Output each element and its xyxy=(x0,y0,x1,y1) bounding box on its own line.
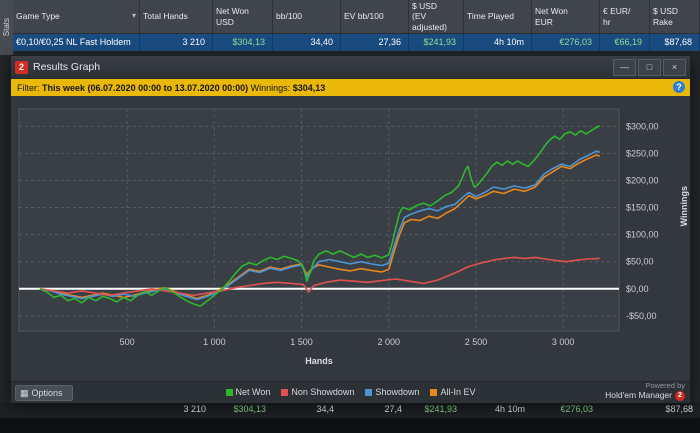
col-header-net-won-usd[interactable]: Net Won USD xyxy=(213,0,273,33)
legend-item-all-in-ev[interactable]: All-In EV xyxy=(430,387,475,397)
legend-swatch-icon xyxy=(225,388,233,396)
col-header-usd-rake[interactable]: $ USD Rake xyxy=(650,0,700,33)
cell-usd-rake: $87,68 xyxy=(650,34,700,51)
chart-legend: Net Won Non Showdown Showdown All-In EV xyxy=(225,387,475,397)
total-net-won-eur: €276,03 xyxy=(560,404,593,414)
legend-label: Net Won xyxy=(235,387,271,397)
powered-by: Powered by Hold'em Manager 2 xyxy=(605,381,685,401)
col-header-total-hands[interactable]: Total Hands xyxy=(140,0,213,33)
results-graph-window: 2 Results Graph — □ × Filter: This week … xyxy=(10,55,691,403)
stats-table-header: Game Type ▾ Total Hands Net Won USD bb/100 EV… xyxy=(13,0,700,34)
total-bb-100: 34,4 xyxy=(316,404,334,414)
cell-total-hands: 3 210 xyxy=(140,34,213,51)
totals-row: 3 210 $304,13 34,4 27,4 $241,93 4h 10m €276,03… xyxy=(13,402,700,418)
total-eur-hr xyxy=(600,402,650,418)
window-titlebar[interactable]: 2 Results Graph — □ × xyxy=(11,56,690,79)
col-header-net-won-eur[interactable]: Net Won EUR xyxy=(532,0,600,33)
svg-text:$300,00: $300,00 xyxy=(626,121,659,131)
total-usd-rake: $87,68 xyxy=(665,404,693,414)
col-header-time-played[interactable]: Time Played xyxy=(464,0,532,33)
legend-item-non-showdown[interactable]: Non Showdown xyxy=(281,387,354,397)
cell-usd-ev-adjusted: $241,93 xyxy=(409,34,464,51)
help-icon[interactable]: ? xyxy=(673,81,685,93)
svg-text:-$50,00: -$50,00 xyxy=(626,311,657,321)
svg-text:3 000: 3 000 xyxy=(552,337,575,347)
col-header-eur-hr[interactable]: € EUR/ hr xyxy=(600,0,650,33)
results-chart: 500 1 000 1 500 2 000 2 500 3 000 $300,00 $250,… xyxy=(18,108,659,347)
svg-text:$200,00: $200,00 xyxy=(626,175,659,185)
winnings-value: $304,13 xyxy=(292,82,326,93)
y-axis-title: Winnings xyxy=(679,186,689,227)
chart-area: 500 1 000 1 500 2 000 2 500 3 000 $300,00 $250,… xyxy=(11,96,690,381)
window-bottom-bar: ▦ Options Net Won Non Showdown Showdown All… xyxy=(11,381,690,403)
legend-swatch-icon xyxy=(281,388,289,396)
game-type-row[interactable]: €0,10/€0,25 NL Fast Holdem 3 210 $304,13 34… xyxy=(13,34,700,51)
cell-ev-bb-100: 27,36 xyxy=(341,34,409,51)
legend-label: All-In EV xyxy=(440,387,476,397)
total-net-won-usd: $304,13 xyxy=(233,404,266,414)
filter-label: Filter: xyxy=(17,82,43,93)
total-time-played: 4h 10m xyxy=(494,404,525,414)
maximize-button[interactable]: □ xyxy=(638,58,661,76)
total-game-type xyxy=(13,402,140,418)
stats-tab-label: Stats xyxy=(2,18,11,37)
legend-label: Non Showdown xyxy=(291,387,355,397)
col-header-bb-100[interactable]: bb/100 xyxy=(273,0,341,33)
minimize-button[interactable]: — xyxy=(613,58,636,76)
svg-text:1 000: 1 000 xyxy=(203,337,226,347)
brand-text: Hold'em Manager 2 xyxy=(605,389,685,401)
cell-eur-hr: €66,19 xyxy=(600,34,650,51)
brand-name: Hold'em Manager xyxy=(605,389,672,400)
legend-item-net-won[interactable]: Net Won xyxy=(225,387,271,397)
svg-text:2 000: 2 000 xyxy=(378,337,401,347)
cell-time-played: 4h 10m xyxy=(464,34,532,51)
close-button[interactable]: × xyxy=(663,58,686,76)
svg-text:1 500: 1 500 xyxy=(290,337,313,347)
stats-tab[interactable]: Stats xyxy=(0,0,14,55)
filter-range: This week (06.07.2020 00:00 to 13.07.202… xyxy=(42,82,249,93)
options-button[interactable]: ▦ Options xyxy=(15,385,73,401)
cell-bb-100: 34,40 xyxy=(273,34,341,51)
dropdown-arrow-icon[interactable]: ▾ xyxy=(132,11,136,21)
total-total-hands: 3 210 xyxy=(183,404,206,414)
col-header-game-type[interactable]: Game Type ▾ xyxy=(13,0,140,33)
options-icon: ▦ xyxy=(20,387,29,398)
cell-net-won-eur: €276,03 xyxy=(532,34,600,51)
filter-bar[interactable]: Filter: This week (06.07.2020 00:00 to 1… xyxy=(11,79,690,96)
svg-text:2 500: 2 500 xyxy=(465,337,488,347)
svg-text:$0,00: $0,00 xyxy=(626,284,649,294)
svg-text:$250,00: $250,00 xyxy=(626,148,659,158)
cell-net-won-usd: $304,13 xyxy=(213,34,273,51)
legend-swatch-icon xyxy=(365,388,373,396)
svg-text:$50,00: $50,00 xyxy=(626,257,654,267)
svg-text:$150,00: $150,00 xyxy=(626,203,659,213)
hm2-logo-icon: 2 xyxy=(15,60,28,74)
options-label: Options xyxy=(31,388,63,398)
cell-game-type: €0,10/€0,25 NL Fast Holdem xyxy=(13,34,140,51)
window-title: Results Graph xyxy=(33,61,101,73)
legend-swatch-icon xyxy=(430,388,438,396)
hm2-round-logo-icon: 2 xyxy=(675,390,685,401)
x-axis-title: Hands xyxy=(305,356,333,366)
winnings-label: Winnings: xyxy=(248,82,293,93)
col-header-usd-ev-adjusted[interactable]: $ USD (EV adjusted) xyxy=(409,0,464,33)
col-header-ev-bb-100[interactable]: EV bb/100 xyxy=(341,0,409,33)
bottom-strip xyxy=(0,418,700,433)
svg-text:500: 500 xyxy=(120,337,135,347)
total-ev-bb-100: 27,4 xyxy=(384,404,402,414)
legend-label: Showdown xyxy=(375,387,420,397)
total-usd-ev-adjusted: $241,93 xyxy=(424,404,457,414)
legend-item-showdown[interactable]: Showdown xyxy=(365,387,419,397)
svg-text:$100,00: $100,00 xyxy=(626,230,659,240)
